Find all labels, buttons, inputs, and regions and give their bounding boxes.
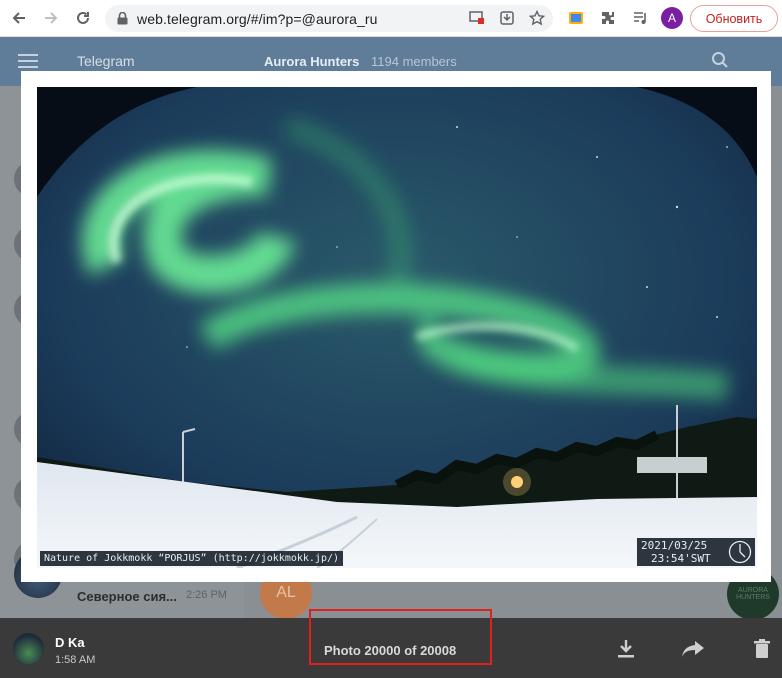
forward-icon: [45, 12, 58, 24]
forward-share-icon[interactable]: [681, 638, 705, 660]
clock-icon: [728, 540, 752, 564]
reload-icon: [77, 11, 89, 24]
back-icon: [12, 12, 25, 24]
update-button[interactable]: Обновить: [690, 5, 778, 32]
profile-avatar[interactable]: A: [661, 7, 683, 29]
sender-avatar[interactable]: [13, 633, 44, 664]
extensions-icon[interactable]: [598, 8, 618, 28]
app-title: Telegram: [77, 53, 135, 69]
lock-icon: [115, 12, 129, 26]
photo-frame: Nature of Jokkmokk “PORJUS” (http://jokk…: [21, 71, 771, 582]
media-icon[interactable]: [630, 8, 650, 28]
menu-icon[interactable]: [18, 54, 38, 68]
cast-blocked-icon[interactable]: [467, 8, 487, 28]
chat-title[interactable]: Aurora Hunters: [264, 54, 359, 69]
chat-members: 1194 members: [371, 54, 457, 69]
forward-button[interactable]: [38, 5, 64, 31]
aurora-photo[interactable]: Nature of Jokkmokk “PORJUS” (http://jokk…: [37, 87, 757, 568]
sender-time[interactable]: 1:58 AM: [55, 654, 95, 666]
photo-counter: Photo 20000 of 20008: [324, 643, 457, 658]
photo-caption: Nature of Jokkmokk “PORJUS” (http://jokk…: [40, 551, 344, 566]
screenshot-icon[interactable]: [566, 8, 586, 28]
star-icon[interactable]: [527, 8, 547, 28]
sender-name[interactable]: D Ka: [55, 635, 85, 650]
media-viewer-bar: D Ka 1:58 AM Photo 20000 of 20008: [0, 609, 782, 678]
delete-icon[interactable]: [750, 638, 774, 660]
photo-time: 23:54'SWT: [651, 552, 711, 565]
chat-item-time: 2:26 PM: [186, 589, 227, 601]
photo-date: 2021/03/25: [641, 539, 708, 552]
search-icon[interactable]: [711, 51, 729, 69]
download-icon[interactable]: [614, 638, 638, 660]
chat-item-name[interactable]: Северное сия...: [77, 589, 177, 604]
back-button[interactable]: [6, 5, 32, 31]
url-text: web.telegram.org/#/im?p=@aurora_ru: [137, 10, 378, 27]
reload-button[interactable]: [70, 5, 96, 31]
address-bar[interactable]: web.telegram.org/#/im?p=@aurora_ru: [105, 5, 553, 32]
photo-timestamp: 2021/03/25 23:54'SWT: [637, 538, 755, 566]
install-icon[interactable]: [497, 8, 517, 28]
